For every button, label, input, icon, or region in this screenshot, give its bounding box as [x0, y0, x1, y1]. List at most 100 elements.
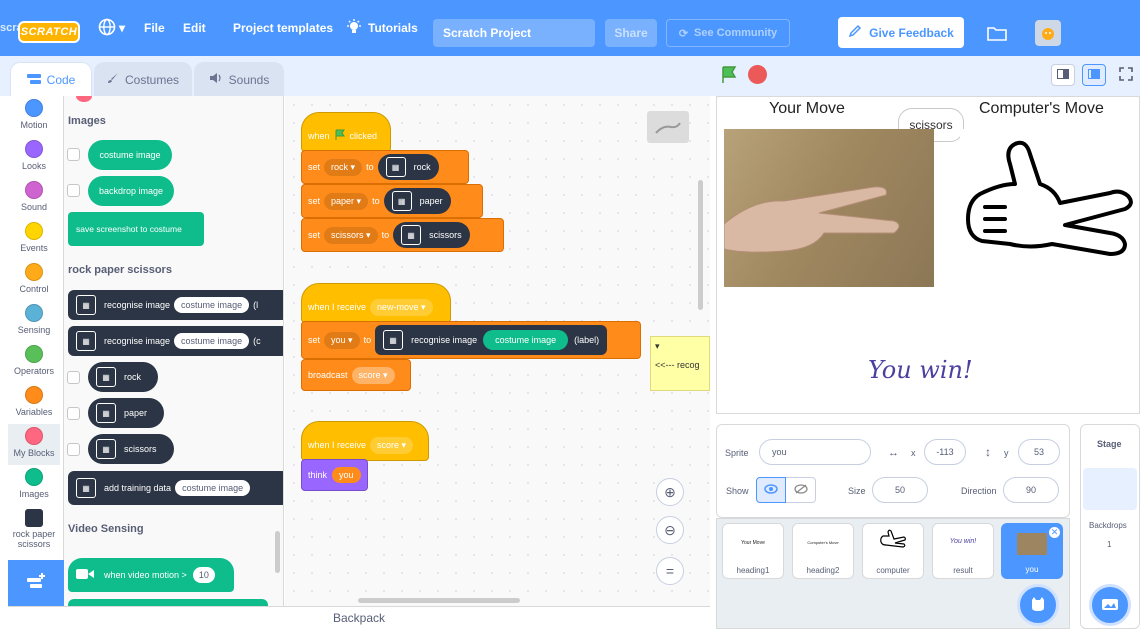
tab-costumes[interactable]: Costumes: [94, 62, 192, 96]
sprite-tile-computer[interactable]: computer: [862, 523, 924, 579]
block-arg[interactable]: costume image: [175, 480, 251, 496]
block-recognise-image-confidence[interactable]: ▦ recognise image costume image (c: [68, 326, 283, 356]
rock-checkbox[interactable]: [67, 371, 80, 384]
variable-dropdown[interactable]: you ▾: [324, 331, 360, 349]
comment-note[interactable]: ▾ <<--- recog: [650, 336, 710, 391]
sprite-name-input[interactable]: you: [759, 439, 871, 465]
message-dropdown[interactable]: new-move ▾: [370, 298, 433, 316]
block-recognise-image-reporter[interactable]: ▦ recognise image costume image (label): [375, 325, 608, 355]
category-variables[interactable]: Variables: [8, 383, 60, 424]
choose-sprite-button[interactable]: [1017, 584, 1059, 626]
category-rock-paper-scissors[interactable]: rock paper scissors: [8, 506, 60, 556]
category-operators[interactable]: Operators: [8, 342, 60, 383]
small-stage-button[interactable]: [1051, 64, 1075, 86]
see-community-button[interactable]: ⟳ See Community: [666, 19, 790, 47]
block-think[interactable]: think you: [301, 459, 368, 491]
workspace-vertical-scrollbar[interactable]: [698, 180, 703, 310]
my-stuff-icon[interactable]: [984, 22, 1010, 44]
category-images[interactable]: Images: [8, 465, 60, 506]
zoom-in-button[interactable]: ⊕: [656, 478, 684, 506]
backdrop-image-checkbox[interactable]: [67, 184, 80, 197]
stage-backdrop-thumb[interactable]: [1083, 468, 1137, 510]
category-sensing[interactable]: Sensing: [8, 301, 60, 342]
block-when-i-receive-new-move[interactable]: when I receive new-move ▾: [301, 283, 451, 323]
block-set-paper[interactable]: set paper ▾ to ▦ paper: [301, 184, 483, 218]
choose-backdrop-button[interactable]: [1089, 584, 1131, 626]
variable-reporter-you[interactable]: you: [332, 467, 361, 483]
scratch-logo[interactable]: SCRATCH: [18, 21, 80, 43]
variable-dropdown[interactable]: paper ▾: [324, 192, 369, 210]
palette-scrollbar[interactable]: [275, 531, 280, 573]
variable-dropdown[interactable]: scissors ▾: [324, 226, 378, 244]
tab-sounds[interactable]: Sounds: [194, 62, 284, 96]
project-templates-menu[interactable]: Project templates: [233, 0, 333, 56]
direction-input[interactable]: 90: [1003, 477, 1059, 503]
block-paper-reporter[interactable]: ▦ paper: [383, 188, 451, 214]
ml-icon: ▦: [76, 331, 96, 351]
message-dropdown[interactable]: score ▾: [370, 436, 414, 454]
block-costume-image-reporter[interactable]: costume image: [483, 330, 569, 350]
block-add-training-data[interactable]: ▦ add training data costume image: [68, 471, 283, 505]
block-rock-reporter[interactable]: ▦ rock: [377, 154, 439, 180]
stop-button[interactable]: [748, 65, 767, 84]
tab-code[interactable]: Code: [10, 62, 92, 96]
x-input[interactable]: -113: [924, 439, 966, 465]
block-recognise-image-label[interactable]: ▦ recognise image costume image (l: [68, 290, 283, 320]
large-stage-button[interactable]: [1082, 64, 1106, 86]
share-button[interactable]: Share: [605, 19, 657, 47]
workspace-horizontal-scrollbar[interactable]: [358, 598, 520, 603]
give-feedback-button[interactable]: Give Feedback: [838, 17, 964, 48]
block-broadcast-score[interactable]: broadcast score ▾: [301, 359, 411, 391]
category-sound[interactable]: Sound: [8, 178, 60, 219]
zoom-reset-button[interactable]: =: [656, 557, 684, 585]
variable-dropdown[interactable]: rock ▾: [324, 158, 363, 176]
backpack[interactable]: Backpack: [8, 606, 710, 629]
delete-sprite-icon[interactable]: ✕: [1048, 526, 1061, 539]
project-title-input[interactable]: Scratch Project: [433, 19, 595, 47]
add-extension-button[interactable]: [8, 560, 64, 606]
sprite-tile-result[interactable]: You win! result: [932, 523, 994, 579]
category-my-blocks[interactable]: My Blocks: [8, 424, 60, 465]
category-looks[interactable]: Looks: [8, 137, 60, 178]
block-when-i-receive-score[interactable]: when I receive score ▾: [301, 421, 429, 461]
block-text: recognise image: [104, 300, 171, 310]
block-scissors[interactable]: ▦ scissors: [88, 434, 174, 464]
block-arg[interactable]: 10: [192, 567, 215, 583]
block-save-screenshot[interactable]: save screenshot to costume: [68, 212, 204, 246]
file-menu[interactable]: File: [144, 0, 165, 56]
tutorials-menu[interactable]: Tutorials: [346, 0, 418, 56]
block-rock[interactable]: ▦ rock: [88, 362, 158, 392]
costume-image-checkbox[interactable]: [67, 148, 80, 161]
avatar[interactable]: [1035, 20, 1061, 46]
message-dropdown[interactable]: score ▾: [351, 366, 395, 384]
paper-checkbox[interactable]: [67, 407, 80, 420]
category-motion[interactable]: Motion: [8, 96, 60, 137]
green-flag-button[interactable]: [720, 65, 740, 88]
block-when-flag-clicked[interactable]: when clicked: [301, 112, 391, 152]
sprite-tile-heading2[interactable]: Computer's Move heading2: [792, 523, 854, 579]
block-set-scissors[interactable]: set scissors ▾ to ▦ scissors: [301, 218, 504, 252]
block-scissors-reporter[interactable]: ▦ scissors: [393, 222, 470, 248]
block-paper[interactable]: ▦ paper: [88, 398, 164, 428]
edit-menu[interactable]: Edit: [183, 0, 206, 56]
block-arg[interactable]: costume image: [174, 297, 250, 313]
block-backdrop-image[interactable]: backdrop image: [88, 176, 174, 206]
block-arg[interactable]: costume image: [174, 333, 250, 349]
size-input[interactable]: 50: [872, 477, 928, 503]
comment-collapse-icon[interactable]: ▾: [655, 341, 705, 352]
y-input[interactable]: 53: [1018, 439, 1060, 465]
block-set-you[interactable]: set you ▾ to ▦ recognise image costume i…: [301, 321, 641, 359]
block-costume-image[interactable]: costume image: [88, 140, 172, 170]
language-menu[interactable]: ▾: [98, 0, 125, 56]
block-set-rock[interactable]: set rock ▾ to ▦ rock: [301, 150, 469, 184]
zoom-out-button[interactable]: ⊖: [656, 516, 684, 544]
fullscreen-button[interactable]: [1115, 64, 1137, 86]
ml-icon: ▦: [96, 367, 116, 387]
show-sprite-button[interactable]: [756, 477, 786, 503]
category-events[interactable]: Events: [8, 219, 60, 260]
scissors-checkbox[interactable]: [67, 443, 80, 456]
hide-sprite-button[interactable]: [786, 477, 816, 503]
sprite-tile-heading1[interactable]: Your Move heading1: [722, 523, 784, 579]
block-when-video-motion[interactable]: when video motion > 10: [68, 558, 234, 592]
category-control[interactable]: Control: [8, 260, 60, 301]
